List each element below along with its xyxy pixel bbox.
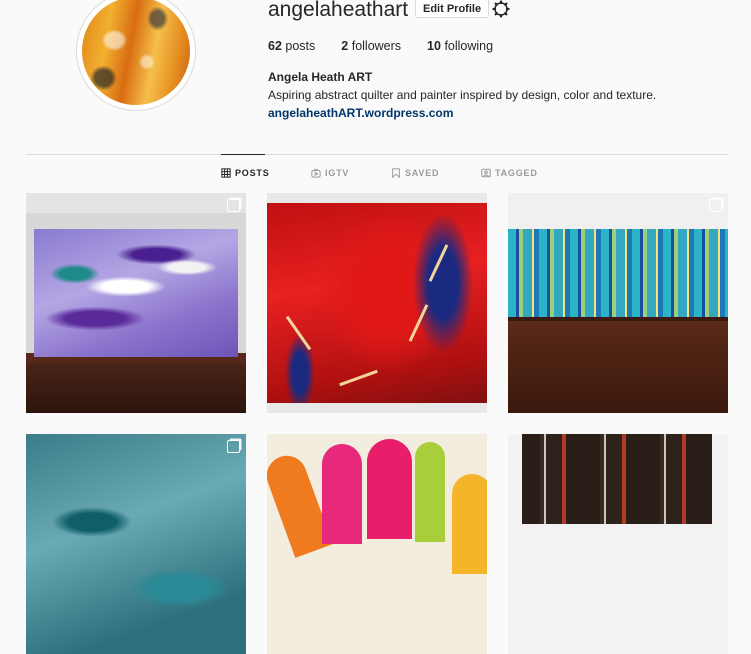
avatar[interactable] xyxy=(82,0,190,105)
post-tile[interactable] xyxy=(508,193,728,413)
followers-link[interactable]: 2 followers xyxy=(341,39,401,53)
post-tile[interactable] xyxy=(267,193,487,413)
post-image xyxy=(267,203,487,403)
carousel-icon xyxy=(227,440,240,453)
post-tile[interactable] xyxy=(26,434,246,654)
painting-shape xyxy=(322,444,362,544)
carousel-icon xyxy=(709,199,722,212)
posts-count: 62 posts xyxy=(268,39,316,53)
profile-full-name: Angela Heath ART xyxy=(268,70,373,84)
grid-icon xyxy=(221,168,231,178)
painting-shape xyxy=(452,474,487,574)
post-image-floor xyxy=(508,321,728,413)
tab-label: IGTV xyxy=(325,168,350,178)
profile-stats: 62 posts 2 followers 10 following xyxy=(268,39,519,53)
tab-saved[interactable]: SAVED xyxy=(391,168,439,178)
following-link[interactable]: 10 following xyxy=(427,39,493,53)
painting-shape xyxy=(367,439,412,539)
post-tile[interactable] xyxy=(508,434,728,654)
profile-avatar-ring[interactable] xyxy=(76,0,196,111)
tab-label: TAGGED xyxy=(495,168,538,178)
post-image xyxy=(34,229,238,357)
bookmark-icon xyxy=(392,168,400,178)
active-tab-indicator xyxy=(221,154,265,155)
post-image xyxy=(508,229,728,317)
tab-label: SAVED xyxy=(405,168,440,178)
tab-igtv[interactable]: IGTV xyxy=(311,168,349,178)
carousel-icon xyxy=(227,199,240,212)
painting-shape xyxy=(415,442,445,542)
gear-icon[interactable] xyxy=(492,0,510,18)
profile-website-link[interactable]: angelaheathART.wordpress.com xyxy=(268,106,453,120)
tab-tagged[interactable]: TAGGED xyxy=(481,168,538,178)
edit-profile-button[interactable]: Edit Profile xyxy=(415,0,490,18)
profile-bio: Aspiring abstract quilter and painter in… xyxy=(268,88,657,102)
post-image xyxy=(522,434,712,524)
tab-label: POSTS xyxy=(235,168,270,178)
post-image-floor xyxy=(26,363,246,413)
profile-username: angelaheathart xyxy=(268,0,409,21)
post-tile[interactable] xyxy=(267,434,487,654)
tab-posts[interactable]: POSTS xyxy=(221,168,270,178)
post-tile[interactable] xyxy=(26,193,246,413)
tabs-divider xyxy=(26,154,728,155)
tv-icon xyxy=(311,168,321,178)
tag-icon xyxy=(481,168,491,178)
